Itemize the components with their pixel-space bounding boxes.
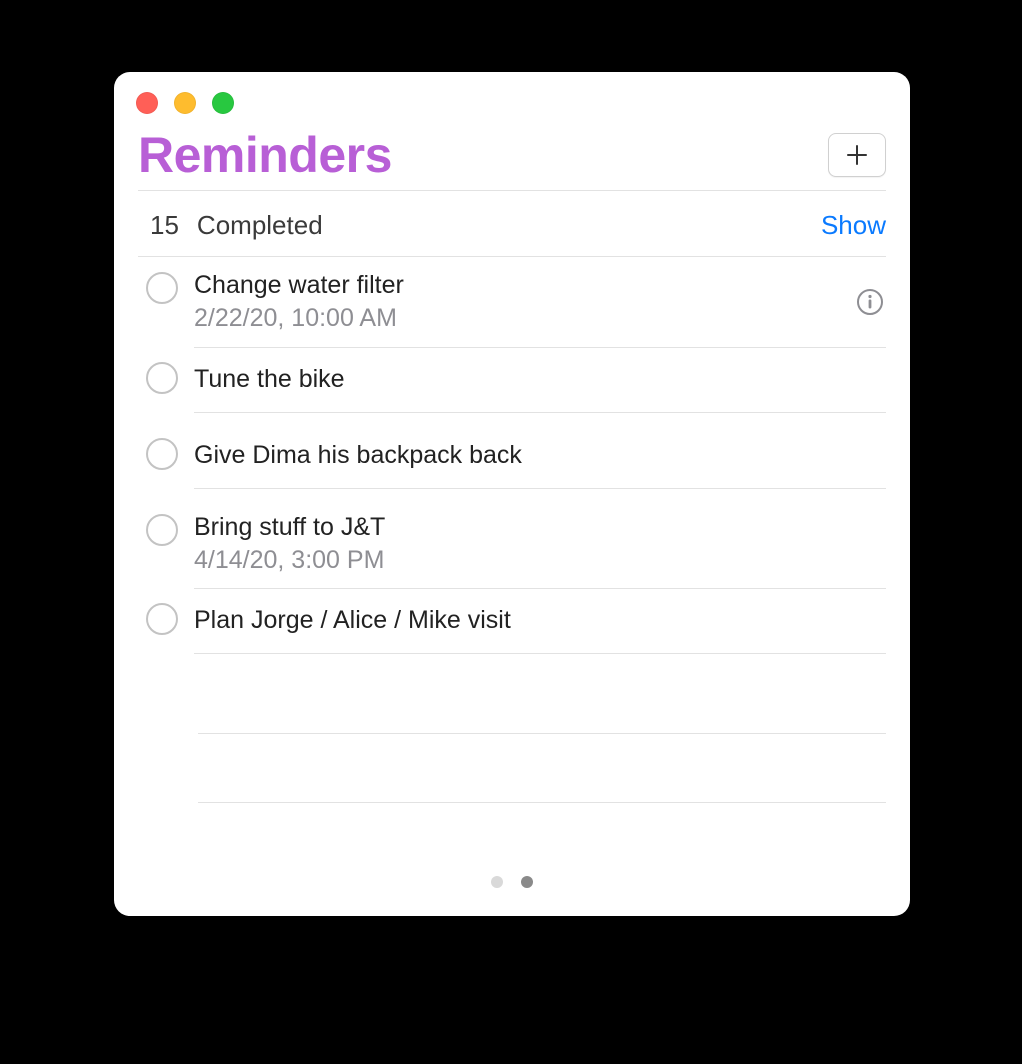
complete-toggle[interactable] bbox=[146, 362, 178, 394]
page-dot[interactable] bbox=[521, 876, 533, 888]
completed-label: Completed bbox=[197, 210, 323, 241]
reminder-row[interactable]: Bring stuff to J&T 4/14/20, 3:00 PM bbox=[138, 500, 886, 590]
reminder-row[interactable]: Change water filter 2/22/20, 10:00 AM bbox=[138, 258, 886, 348]
empty-row bbox=[138, 734, 886, 803]
reminder-row[interactable]: Tune the bike bbox=[138, 348, 886, 424]
page-indicator[interactable] bbox=[114, 876, 910, 888]
reminder-row[interactable]: Plan Jorge / Alice / Mike visit bbox=[138, 589, 886, 665]
reminder-title: Bring stuff to J&T bbox=[194, 512, 886, 543]
header: Reminders bbox=[138, 120, 886, 191]
complete-toggle[interactable] bbox=[146, 272, 178, 304]
show-completed-button[interactable]: Show bbox=[821, 210, 886, 241]
reminder-row[interactable]: Give Dima his backpack back bbox=[138, 424, 886, 500]
reminder-info-button[interactable] bbox=[854, 286, 886, 318]
plus-icon bbox=[846, 144, 868, 166]
add-reminder-button[interactable] bbox=[828, 133, 886, 177]
empty-row bbox=[138, 665, 886, 734]
info-icon bbox=[855, 287, 885, 317]
completed-count: 15 bbox=[150, 210, 179, 241]
close-window-button[interactable] bbox=[136, 92, 158, 114]
reminder-date: 4/14/20, 3:00 PM bbox=[194, 545, 886, 576]
reminders-window: Reminders 15 Completed Show Change water… bbox=[114, 72, 910, 916]
complete-toggle[interactable] bbox=[146, 438, 178, 470]
reminder-date: 2/22/20, 10:00 AM bbox=[194, 303, 846, 334]
zoom-window-button[interactable] bbox=[212, 92, 234, 114]
minimize-window-button[interactable] bbox=[174, 92, 196, 114]
reminder-list: Change water filter 2/22/20, 10:00 AM Tu… bbox=[138, 258, 886, 856]
reminder-title: Change water filter bbox=[194, 270, 846, 301]
reminder-title: Give Dima his backpack back bbox=[194, 440, 886, 471]
list-title: Reminders bbox=[138, 126, 392, 184]
complete-toggle[interactable] bbox=[146, 603, 178, 635]
page-dot[interactable] bbox=[491, 876, 503, 888]
completed-bar: 15 Completed Show bbox=[138, 194, 886, 257]
reminder-title: Plan Jorge / Alice / Mike visit bbox=[194, 605, 886, 636]
reminder-title: Tune the bike bbox=[194, 364, 886, 395]
window-controls bbox=[136, 92, 234, 114]
complete-toggle[interactable] bbox=[146, 514, 178, 546]
